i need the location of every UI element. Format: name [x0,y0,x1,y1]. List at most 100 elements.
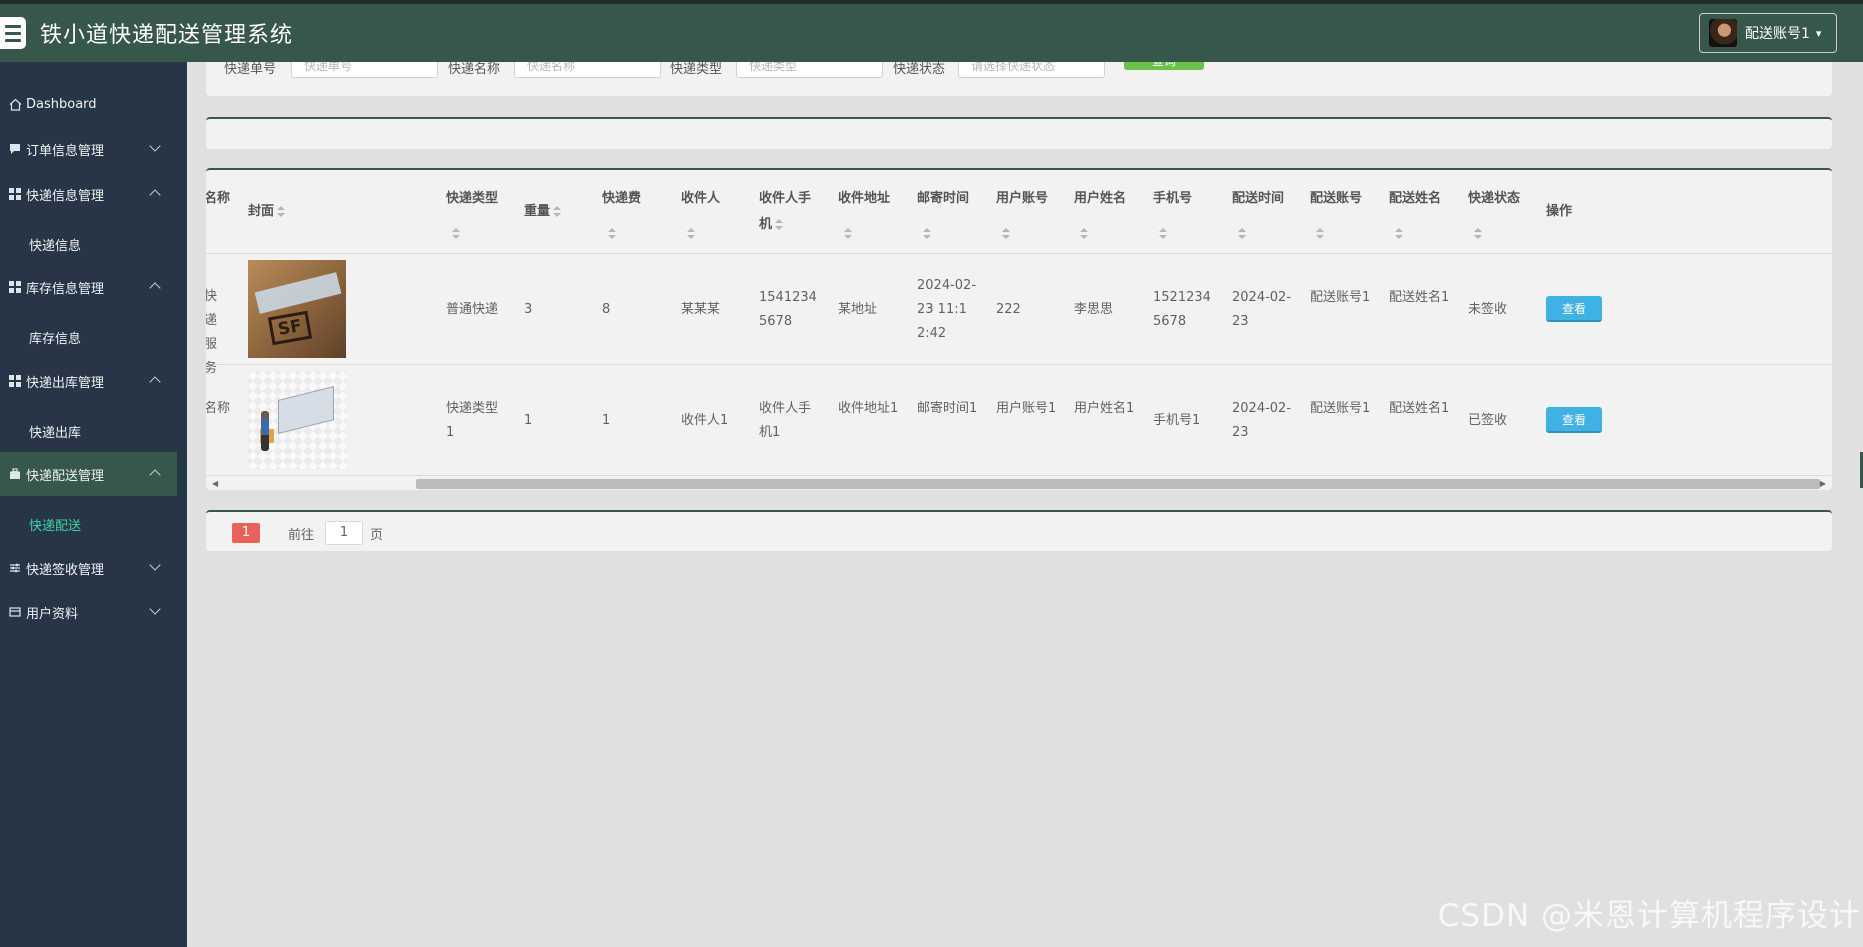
scroll-right-icon[interactable]: ▶ [1820,479,1826,488]
sidebar-item-outbound[interactable]: 快递出库管理 [0,359,177,403]
sort-icon[interactable] [1395,228,1403,240]
sidebar-item-label: 订单信息管理 [26,143,105,159]
app-title: 铁小道快递配送管理系统 [40,23,294,48]
col-header-receiver-phone[interactable]: 收件人手机 [759,186,823,238]
cover-image-sf-box: SF [248,260,346,358]
cell-user-name: 李思思 [1074,302,1114,317]
sort-icon[interactable] [844,228,852,240]
sidebar-subitem-express-info[interactable]: 快递信息 [29,235,81,254]
home-icon [8,97,22,111]
col-header-type[interactable]: 快递类型 [446,186,498,239]
sidebar-item-delivery[interactable]: 快递配送管理 [0,452,177,496]
col-header-delivery-time[interactable]: 配送时间 [1232,186,1284,239]
goto-page-input[interactable]: 1 [325,521,363,545]
cell-status: 已签收 [1468,413,1508,428]
cell-delivery-time: 2024-02-23 [1232,290,1292,329]
cell-name: 名称 [206,401,231,416]
sidebar-item-label: 快递出库管理 [26,375,105,391]
page-number-current[interactable]: 1 [232,523,260,543]
chevron-up-icon [149,189,161,201]
sort-icon[interactable] [1238,228,1246,240]
table-row: 名称 快递类型1 1 1 收件人1 收件人手机1 收件地址1 邮寄时间1 用户账… [206,366,1832,476]
cell-receiver: 收件人1 [681,413,729,428]
sort-icon[interactable] [923,228,931,240]
search-label-type: 快递类型 [670,62,723,77]
sidebar-item-dashboard[interactable]: Dashboard [0,82,177,126]
chevron-down-icon [149,140,161,152]
col-header-weight[interactable]: 重量 [524,199,562,225]
sidebar-item-express-info[interactable]: 快递信息管理 [0,172,177,216]
sort-icon[interactable] [687,228,695,240]
search-label-name: 快递名称 [448,62,501,77]
search-input-type[interactable]: 快递类型 [736,62,883,78]
search-panel: 快递单号 快递单号 快递名称 快递名称 快递类型 快递类型 快递状态 请选择快递… [206,62,1832,96]
search-input-name[interactable]: 快递名称 [514,62,661,78]
data-table: 名称 封面 快递类型 重量 快递费 收件人 收件人手机 收件地址 邮寄时间 用户… [206,168,1832,490]
sort-icon[interactable] [1080,228,1088,240]
sidebar-item-inventory[interactable]: 库存信息管理 [0,265,177,309]
user-menu-button[interactable]: 配送账号1 ▾ [1699,13,1837,53]
sidebar-item-label: 用户资料 [26,606,79,622]
col-header-cover[interactable]: 封面 [248,199,286,225]
cell-type: 普通快递 [446,302,499,317]
sort-icon[interactable] [608,228,616,240]
col-header-user-name[interactable]: 用户姓名 [1074,186,1126,239]
search-input-number[interactable]: 快递单号 [291,62,438,78]
scroll-left-icon[interactable]: ◀ [212,479,218,488]
sidebar-item-label: 库存信息管理 [26,281,105,297]
top-header: 铁小道快递配送管理系统 配送账号1 ▾ [0,0,1863,62]
sort-icon[interactable] [553,205,562,218]
cell-phone: 15212345678 [1153,290,1211,329]
menu-toggle-icon[interactable] [0,17,26,49]
col-header-mail-time[interactable]: 邮寄时间 [917,186,969,239]
search-select-status[interactable]: 请选择快递状态 [958,62,1105,78]
sidebar-subitem-outbound[interactable]: 快递出库 [29,422,81,441]
cell-delivery-account: 配送账号1 [1310,290,1371,305]
cell-mail-time: 邮寄时间1 [917,401,978,416]
cell-delivery-time: 2024-02-23 [1232,401,1292,440]
horizontal-scrollbar[interactable]: ◀ ▶ [206,476,1832,490]
cell-delivery-name: 配送姓名1 [1389,290,1450,305]
sidebar-item-label: Dashboard [26,96,97,112]
sort-icon[interactable] [775,218,784,231]
col-header-delivery-name[interactable]: 配送姓名 [1389,186,1441,239]
sidebar-subitem-delivery[interactable]: 快递配送 [29,515,81,534]
col-header-receiver[interactable]: 收件人 [681,186,720,239]
sort-icon[interactable] [1159,228,1167,240]
sidebar-item-signoff[interactable]: 快递签收管理 [0,546,177,590]
sidebar-item-label: 快递签收管理 [26,562,105,578]
sidebar-item-user-profile[interactable]: 用户资料 [0,590,177,634]
col-header-fee[interactable]: 快递费 [602,186,641,239]
sidebar-subitem-inventory[interactable]: 库存信息 [29,328,81,347]
col-header-address[interactable]: 收件地址 [838,186,890,239]
sidebar-item-orders[interactable]: 订单信息管理 [0,127,177,171]
sort-icon[interactable] [452,228,460,240]
sort-icon[interactable] [1316,228,1324,240]
cell-user-name: 用户姓名1 [1074,401,1135,416]
pagination: 1 前往 1 页 [206,510,1832,551]
col-header-name[interactable]: 名称 [206,186,230,212]
card-icon [8,605,22,619]
goto-suffix: 页 [370,528,384,543]
sort-icon[interactable] [277,205,286,218]
view-button[interactable]: 查看 [1546,296,1602,322]
cell-user-account: 用户账号1 [996,401,1057,416]
col-header-user-account[interactable]: 用户账号 [996,186,1048,239]
cell-weight: 3 [524,302,533,317]
scrollbar-thumb[interactable] [416,479,1820,489]
col-header-status[interactable]: 快递状态 [1468,186,1520,239]
view-button[interactable]: 查看 [1546,407,1602,433]
col-header-delivery-account[interactable]: 配送账号 [1310,186,1362,239]
sort-icon[interactable] [1474,228,1482,240]
search-label-status: 快递状态 [893,62,946,77]
sidebar-item-label: 快递信息管理 [26,188,105,204]
chevron-up-icon [149,282,161,294]
cell-type: 快递类型1 [446,401,499,440]
sort-icon[interactable] [1002,228,1010,240]
sliders-icon [8,561,22,575]
avatar [1709,19,1737,47]
table-header: 名称 封面 快递类型 重量 快递费 收件人 收件人手机 收件地址 邮寄时间 用户… [206,170,1832,254]
cell-weight: 1 [524,413,533,428]
col-header-phone[interactable]: 手机号 [1153,186,1192,239]
search-button[interactable]: 查询 [1124,62,1204,70]
